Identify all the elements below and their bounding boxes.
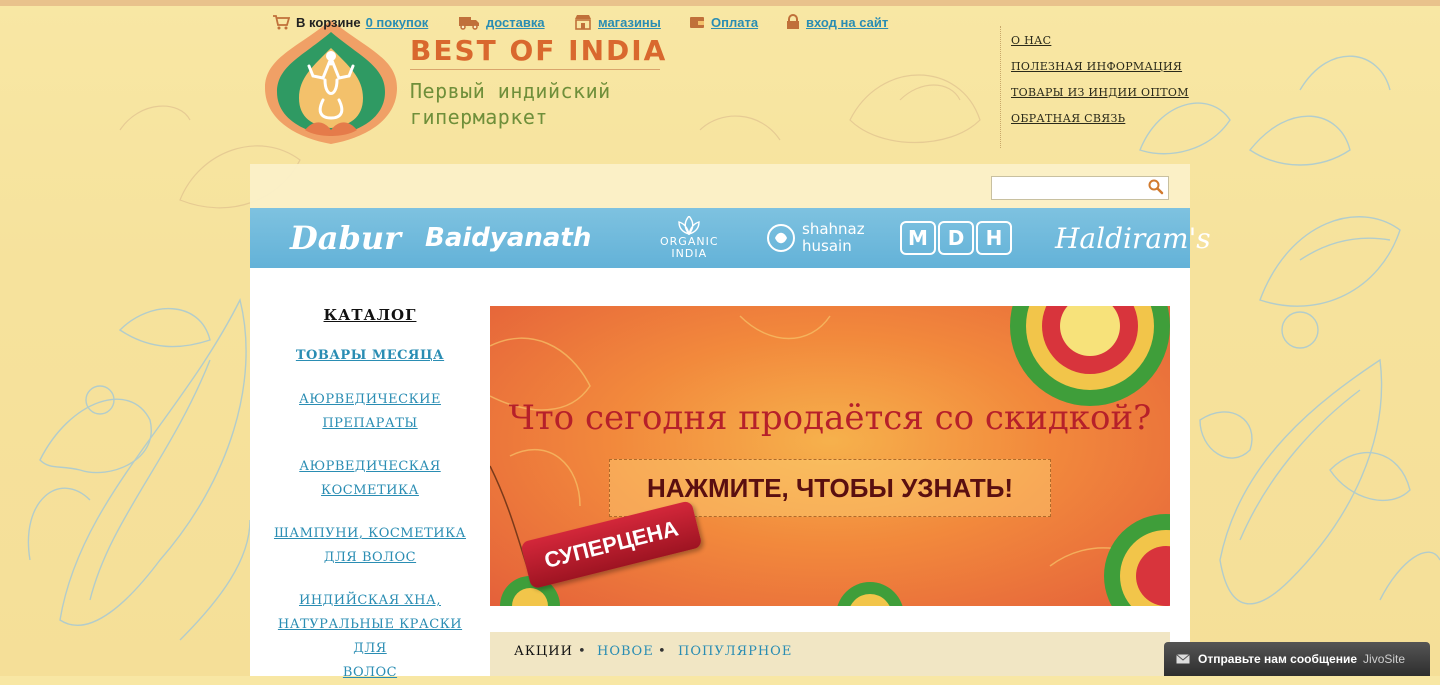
top-navigation: О НАС ПОЛЕЗНАЯ ИНФОРМАЦИЯ ТОВАРЫ ИЗ ИНДИ… (1000, 26, 1201, 148)
catalog-item-henna[interactable]: ИНДИЙСКАЯ ХНА, НАТУРАЛЬНЫЕ КРАСКИ ДЛЯ ВО… (268, 589, 472, 685)
cart-icon (273, 15, 290, 30)
payment-item[interactable]: Оплата (689, 14, 758, 30)
mdh-letter-m: M (900, 221, 936, 255)
catalog-item-month-products[interactable]: ТОВАРЫ МЕСЯЦА (268, 344, 472, 368)
envelope-icon (1176, 654, 1190, 664)
lotus-leaf-icon (678, 216, 700, 236)
site-brand-name[interactable]: BEST OF INDIA (410, 34, 667, 67)
chat-widget[interactable]: Отправьте нам сообщение JivoSite (1164, 642, 1430, 676)
brand-haldirams[interactable]: Haldiram's (1055, 208, 1211, 268)
best-of-india-logo[interactable] (265, 18, 397, 146)
sale-promo-banner[interactable]: Что сегодня продаётся со скидкой? НАЖМИТ… (490, 306, 1170, 606)
catalog-item-label: ШАМПУНИ, КОСМЕТИКА (273, 526, 467, 541)
delivery-link[interactable]: доставка (486, 15, 545, 30)
tab-separator: • (578, 644, 586, 659)
catalog-item-label: ВОЛОС (342, 665, 398, 680)
store-icon (575, 15, 591, 30)
brand-shahnaz-label-1: shahnaz (802, 220, 865, 238)
nav-link-about[interactable]: О НАС (1011, 34, 1201, 52)
brand-dabur-label: Dabur (290, 219, 401, 257)
catalog-item-label: ДЛЯ ВОЛОС (323, 550, 417, 565)
stores-item[interactable]: магазины (574, 14, 661, 30)
lock-icon (787, 14, 799, 29)
catalog-item-label: ИНДИЙСКАЯ ХНА, (299, 593, 441, 608)
payment-link[interactable]: Оплата (711, 15, 758, 30)
catalog-item-label: АЮРВЕДИЧЕСКИЕ (299, 392, 441, 407)
search-icon[interactable] (1148, 179, 1164, 195)
login-link[interactable]: вход на сайт (806, 15, 888, 30)
nav-link-useful-info[interactable]: ПОЛЕЗНАЯ ИНФОРМАЦИЯ (1011, 60, 1201, 78)
catalog-item-hair-shampoos[interactable]: ШАМПУНИ, КОСМЕТИКА ДЛЯ ВОЛОС (268, 522, 472, 570)
top-border (0, 0, 1440, 6)
nav-link-wholesale[interactable]: ТОВАРЫ ИЗ ИНДИИ ОПТОМ (1011, 86, 1201, 104)
delivery-item[interactable]: доставка (458, 14, 545, 30)
site-tagline: Первый индийский гипермаркет (410, 79, 611, 129)
tab-separator: • (658, 644, 666, 659)
brand-divider (410, 69, 660, 70)
cart-status: В корзине 0 покупок (272, 14, 428, 30)
catalog-item-label: АЮРВЕДИЧЕСКАЯ (299, 459, 441, 474)
tab-promotions[interactable]: АКЦИИ (514, 644, 573, 659)
search-input[interactable] (992, 178, 1148, 198)
product-tabs: АКЦИИ • НОВОЕ • ПОПУЛЯРНОЕ (490, 632, 1170, 676)
brand-organic-label-2: INDIA (671, 247, 708, 260)
catalog-item-label: ТОВАРЫ МЕСЯЦА (295, 348, 445, 363)
catalog-title[interactable]: КАТАЛОГ (270, 306, 470, 324)
chat-brand: JivoSite (1363, 652, 1406, 666)
brand-baidyanath-label: Baidyanath (425, 223, 592, 253)
nav-link-feedback[interactable]: ОБРАТНАЯ СВЯЗЬ (1011, 112, 1201, 130)
stores-link[interactable]: магазины (598, 15, 661, 30)
cart-label: В корзине (296, 14, 361, 30)
truck-icon (459, 17, 479, 30)
shahnaz-emblem-icon (767, 224, 795, 252)
brand-haldirams-label: Haldiram's (1055, 221, 1211, 255)
mdh-letter-h: H (976, 221, 1012, 255)
catalog-item-label: ПРЕПАРАТЫ (322, 416, 418, 431)
wallet-icon (690, 17, 704, 28)
brand-logos-strip: Dabur Baidyanath ORGANIC INDIA shahnaz h… (250, 208, 1211, 268)
brand-shahnaz-label-2: husain (802, 237, 852, 255)
login-item[interactable]: вход на сайт (786, 14, 888, 30)
mdh-letter-d: D (938, 221, 974, 255)
tab-new[interactable]: НОВОЕ (597, 644, 654, 659)
tab-popular[interactable]: ПОПУЛЯРНОЕ (678, 644, 792, 659)
catalog-item-label: НАТУРАЛЬНЫЕ КРАСКИ ДЛЯ (277, 617, 463, 656)
brand-mdh[interactable]: M D H (900, 208, 1012, 268)
brand-dabur[interactable]: Dabur (290, 208, 401, 268)
catalog-item-ayurvedic-cosmetics[interactable]: АЮРВЕДИЧЕСКАЯ КОСМЕТИКА (268, 455, 472, 503)
search-box (991, 176, 1169, 200)
catalog-item-label: КОСМЕТИКА (321, 483, 419, 498)
banner-headline: Что сегодня продаётся со скидкой? (508, 398, 1152, 438)
brand-baidyanath[interactable]: Baidyanath (425, 208, 591, 268)
chat-label: Отправьте нам сообщение (1198, 652, 1358, 666)
brand-shahnaz-husain[interactable]: shahnaz husain (766, 208, 865, 268)
brand-organic-india[interactable]: ORGANIC INDIA (660, 208, 719, 268)
cart-count-link[interactable]: 0 покупок (366, 15, 429, 30)
catalog-item-ayurvedic-preparations[interactable]: АЮРВЕДИЧЕСКИЕ ПРЕПАРАТЫ (268, 388, 472, 436)
